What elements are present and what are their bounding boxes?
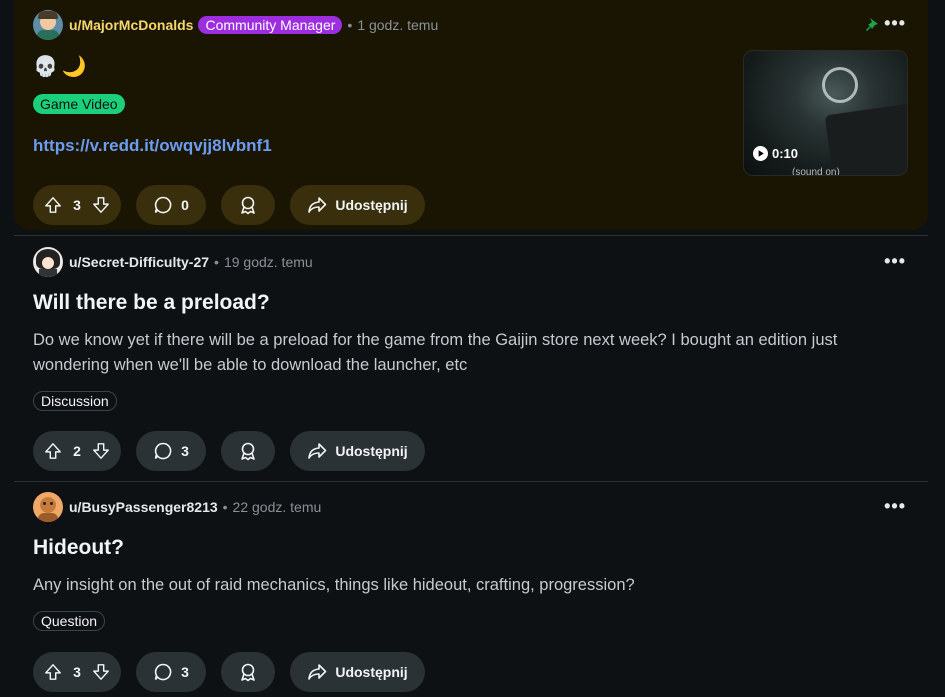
more-options-button[interactable]: ••• [884, 496, 906, 517]
arrow-up-icon [45, 664, 61, 680]
avatar[interactable] [33, 492, 63, 522]
vote-control: 2 [33, 431, 121, 471]
post-meta: u/BusyPassenger8213 • 22 godz. temu [33, 492, 322, 522]
upvote-button[interactable] [43, 441, 63, 461]
share-arrow-icon [308, 443, 327, 459]
timestamp: 19 godz. temu [223, 254, 313, 270]
post-flair[interactable]: Game Video [33, 94, 125, 114]
arrow-down-icon [93, 443, 109, 459]
post-flair[interactable]: Question [33, 611, 106, 631]
scene-ring [822, 67, 858, 103]
post[interactable]: u/Secret-Difficulty-27 • 19 godz. temu •… [14, 238, 928, 476]
post-title[interactable]: Hideout? [33, 536, 124, 560]
award-icon [241, 442, 255, 461]
arrow-up-icon [45, 197, 61, 213]
comment-bubble-icon [154, 196, 172, 214]
comments-button[interactable]: 3 [136, 431, 206, 471]
award-icon [241, 663, 255, 682]
downvote-button[interactable] [91, 441, 111, 461]
more-options-button[interactable]: ••• [884, 13, 906, 34]
pin-icon [866, 18, 878, 31]
share-button[interactable]: Udostępnij [290, 652, 425, 692]
post-link[interactable]: https://v.redd.it/owqvjj8lvbnf1 [33, 136, 272, 156]
vote-control: 3 [33, 652, 121, 692]
play-icon [753, 146, 768, 161]
comment-bubble-icon [154, 663, 172, 681]
avatar[interactable] [33, 10, 63, 40]
post-emoji-text: 💀🌙 [33, 56, 91, 78]
post-body: Any insight on the out of raid mechanics… [33, 576, 635, 594]
action-bar: 2 3 Udostępnij [33, 431, 425, 471]
avatar[interactable] [33, 247, 63, 277]
video-duration: 0:10 [753, 146, 798, 161]
award-button[interactable] [221, 431, 275, 471]
video-duration-text: 0:10 [772, 146, 799, 161]
comments-button[interactable]: 0 [136, 185, 206, 225]
more-options-button[interactable]: ••• [884, 251, 906, 272]
username[interactable]: u/Secret-Difficulty-27 [69, 254, 209, 270]
share-button[interactable]: Udostępnij [290, 431, 425, 471]
arrow-up-icon [45, 443, 61, 459]
divider [14, 481, 928, 482]
timestamp: 22 godz. temu [232, 499, 322, 515]
downvote-button[interactable] [91, 662, 111, 682]
video-thumbnail[interactable]: 0:10 (sound on) [743, 50, 908, 176]
timestamp: 1 godz. temu [357, 17, 439, 33]
comment-bubble-icon [154, 442, 172, 460]
arrow-down-icon [93, 197, 109, 213]
comment-count: 3 [181, 443, 189, 459]
action-bar: 3 0 Udostępnij [33, 185, 425, 225]
divider [14, 235, 928, 236]
vote-control: 3 [33, 185, 121, 225]
vote-count: 2 [73, 443, 81, 459]
post-pinned[interactable]: u/MajorMcDonalds Community Manager • 1 g… [14, 0, 928, 230]
comments-button[interactable]: 3 [136, 652, 206, 692]
role-flair: Community Manager [198, 16, 343, 34]
post-body: Do we know yet if there will be a preloa… [33, 331, 838, 374]
separator: • [222, 499, 228, 515]
share-arrow-icon [308, 197, 327, 213]
post-title[interactable]: Will there be a preload? [33, 291, 270, 315]
comment-count: 3 [181, 664, 189, 680]
vote-count: 3 [73, 664, 81, 680]
share-label: Udostępnij [335, 664, 408, 680]
award-button[interactable] [221, 185, 275, 225]
post-meta: u/MajorMcDonalds Community Manager • 1 g… [33, 10, 439, 40]
award-icon [241, 196, 255, 215]
arrow-down-icon [93, 664, 109, 680]
downvote-button[interactable] [91, 195, 111, 215]
award-button[interactable] [221, 652, 275, 692]
username[interactable]: u/MajorMcDonalds [69, 17, 193, 33]
share-label: Udostępnij [335, 443, 408, 459]
action-bar: 3 3 Udostępnij [33, 652, 425, 692]
upvote-button[interactable] [43, 662, 63, 682]
vote-count: 3 [73, 197, 81, 213]
username[interactable]: u/BusyPassenger8213 [69, 499, 218, 515]
scene-weapon [824, 103, 907, 175]
share-label: Udostępnij [335, 197, 408, 213]
separator: • [347, 17, 353, 33]
video-sound-label: (sound on) [792, 167, 840, 176]
separator: • [214, 254, 219, 270]
share-button[interactable]: Udostępnij [290, 185, 425, 225]
comment-count: 0 [181, 197, 189, 213]
post[interactable]: u/BusyPassenger8213 • 22 godz. temu ••• … [14, 483, 928, 697]
upvote-button[interactable] [43, 195, 63, 215]
post-flair[interactable]: Discussion [33, 391, 117, 411]
share-arrow-icon [308, 664, 327, 680]
post-meta: u/Secret-Difficulty-27 • 19 godz. temu [33, 247, 313, 277]
